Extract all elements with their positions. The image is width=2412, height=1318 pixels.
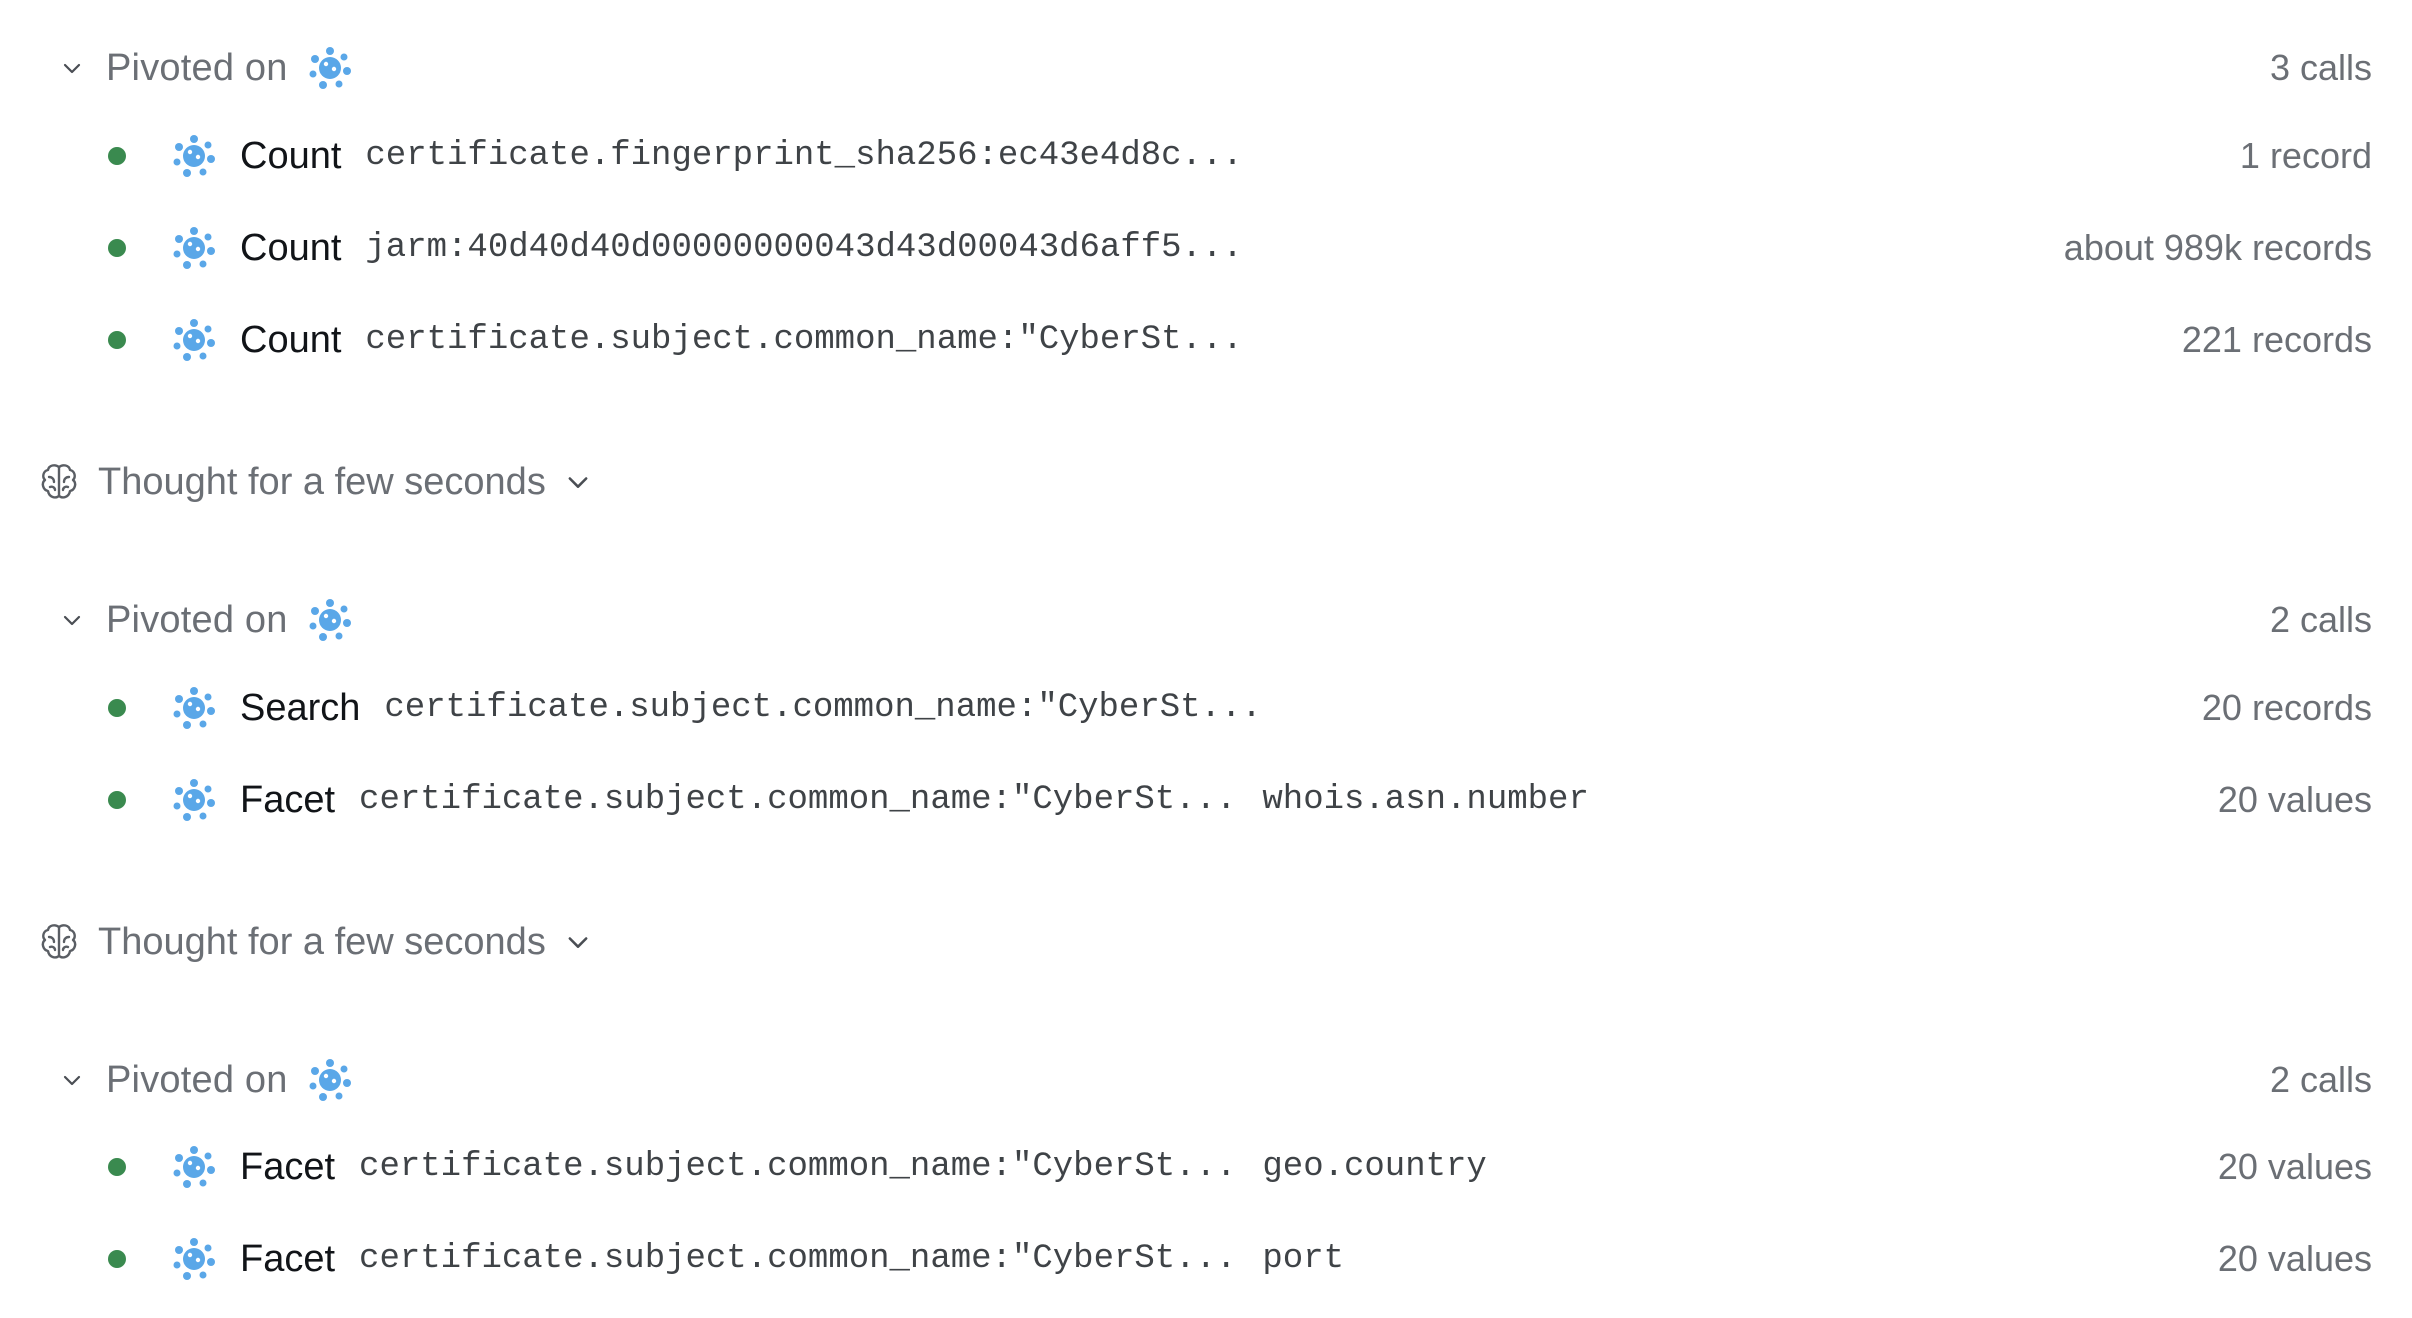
query-text: certificate.subject.common_name:"CyberSt… [384, 689, 1262, 727]
status-dot [108, 791, 126, 809]
facet-field: geo.country [1262, 1148, 1487, 1186]
call-count: 3 calls [2269, 47, 2372, 88]
thought-toggle[interactable]: Thought for a few seconds [38, 452, 592, 512]
facet-field: port [1262, 1240, 1345, 1278]
status-dot [108, 699, 126, 717]
tool-call-row[interactable]: Facet certificate.subject.common_name:"C… [108, 1226, 2372, 1292]
call-count: 2 calls [2269, 1059, 2372, 1100]
tool-call-row[interactable]: Count certificate.fingerprint_sha256:ec4… [108, 123, 2372, 189]
result-count: 221 records [2181, 319, 2372, 360]
splat-logo-icon [170, 776, 218, 824]
result-count: 20 values [2217, 779, 2372, 820]
status-dot [108, 1158, 126, 1176]
status-dot [108, 147, 126, 165]
query-text: certificate.subject.common_name:"CyberSt… [359, 781, 1237, 819]
tool-action: Facet [240, 778, 336, 821]
tool-call-row[interactable]: Facet certificate.subject.common_name:"C… [108, 767, 2372, 833]
result-count: 20 values [2217, 1146, 2372, 1187]
tool-action: Count [240, 226, 342, 269]
result-count: 1 record [2239, 135, 2372, 176]
splat-logo-icon [170, 1143, 218, 1191]
pivot-group-header[interactable]: Pivoted on 3 calls [56, 38, 2372, 98]
splat-logo-icon [170, 1235, 218, 1283]
result-count: 20 records [2201, 687, 2372, 728]
chevron-down-icon[interactable] [56, 1064, 88, 1096]
query-text: certificate.subject.common_name:"CyberSt… [359, 1240, 1237, 1278]
result-count: 20 values [2217, 1238, 2372, 1279]
result-count: about 989k records [2063, 227, 2372, 268]
brain-icon [38, 921, 80, 963]
query-text: certificate.subject.common_name:"CyberSt… [359, 1148, 1237, 1186]
chevron-down-icon[interactable] [564, 928, 592, 956]
status-dot [108, 1250, 126, 1268]
pivot-group-header[interactable]: Pivoted on 2 calls [56, 590, 2372, 650]
tool-action: Facet [240, 1237, 336, 1280]
activity-log: Pivoted on 3 calls Count certificate.fin… [0, 0, 2412, 1318]
query-text: certificate.subject.common_name:"CyberSt… [365, 321, 1243, 359]
tool-call-row[interactable]: Search certificate.subject.common_name:"… [108, 675, 2372, 741]
tool-action: Search [240, 686, 361, 729]
query-text: certificate.fingerprint_sha256:ec43e4d8c… [365, 137, 1243, 175]
pivot-group-header[interactable]: Pivoted on 2 calls [56, 1050, 2372, 1110]
splat-logo-icon [170, 316, 218, 364]
splat-logo-icon [170, 132, 218, 180]
status-dot [108, 331, 126, 349]
chevron-down-icon[interactable] [56, 604, 88, 636]
tool-action: Facet [240, 1145, 336, 1188]
splat-logo-icon [306, 44, 354, 92]
call-count: 2 calls [2269, 599, 2372, 640]
status-dot [108, 239, 126, 257]
tool-call-row[interactable]: Count jarm:40d40d40d00000000043d43d00043… [108, 215, 2372, 281]
facet-field: whois.asn.number [1262, 781, 1589, 819]
thought-toggle[interactable]: Thought for a few seconds [38, 912, 592, 972]
thought-label: Thought for a few seconds [98, 460, 546, 503]
splat-logo-icon [306, 596, 354, 644]
group-title: Pivoted on [106, 598, 288, 641]
tool-call-row[interactable]: Count certificate.subject.common_name:"C… [108, 307, 2372, 373]
splat-logo-icon [306, 1056, 354, 1104]
splat-logo-icon [170, 684, 218, 732]
tool-action: Count [240, 134, 342, 177]
chevron-down-icon[interactable] [56, 52, 88, 84]
tool-action: Count [240, 318, 342, 361]
chevron-down-icon[interactable] [564, 468, 592, 496]
brain-icon [38, 461, 80, 503]
tool-call-row[interactable]: Facet certificate.subject.common_name:"C… [108, 1134, 2372, 1200]
query-text: jarm:40d40d40d00000000043d43d00043d6aff5… [365, 229, 1243, 267]
group-title: Pivoted on [106, 1058, 288, 1101]
group-title: Pivoted on [106, 46, 288, 89]
thought-label: Thought for a few seconds [98, 920, 546, 963]
splat-logo-icon [170, 224, 218, 272]
